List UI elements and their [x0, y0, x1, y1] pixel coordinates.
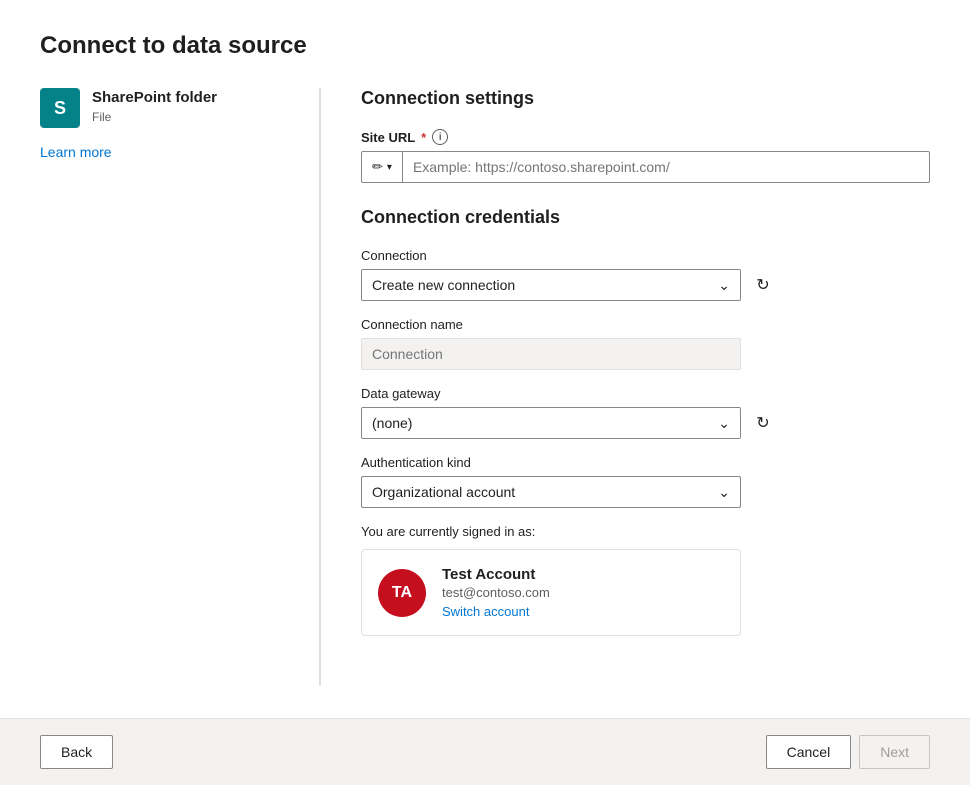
- switch-account-link[interactable]: Switch account: [442, 604, 550, 619]
- connection-refresh-button[interactable]: ↻: [749, 271, 777, 299]
- auth-kind-value: Organizational account: [372, 484, 515, 500]
- site-url-info-icon[interactable]: i: [432, 129, 448, 145]
- account-card: TA Test Account test@contoso.com Switch …: [361, 549, 741, 636]
- required-indicator: *: [421, 130, 426, 145]
- data-gateway-dropdown[interactable]: (none) ⌄: [361, 407, 741, 439]
- data-gateway-field: Data gateway (none) ⌄ ↻: [361, 386, 930, 439]
- credentials-section: Connection credentials Connection Create…: [361, 207, 930, 636]
- next-button[interactable]: Next: [859, 735, 930, 769]
- site-url-label: Site URL * i: [361, 129, 930, 145]
- data-gateway-refresh-button[interactable]: ↻: [749, 409, 777, 437]
- chevron-down-icon: ▾: [387, 162, 392, 173]
- auth-kind-dropdown[interactable]: Organizational account ⌄: [361, 476, 741, 508]
- url-input-row: ✏ ▾: [361, 151, 930, 183]
- site-url-input[interactable]: [402, 151, 930, 183]
- connector-info: S SharePoint folder File: [40, 88, 287, 128]
- credentials-title: Connection credentials: [361, 207, 930, 228]
- auth-kind-field: Authentication kind Organizational accou…: [361, 455, 930, 508]
- connection-name-input[interactable]: [361, 338, 741, 370]
- data-gateway-label: Data gateway: [361, 386, 930, 401]
- chevron-down-icon: ⌄: [718, 484, 730, 501]
- connection-label: Connection: [361, 248, 930, 263]
- site-url-field: Site URL * i ✏ ▾: [361, 129, 930, 183]
- page-title: Connect to data source: [40, 32, 930, 60]
- auth-kind-label: Authentication kind: [361, 455, 930, 470]
- learn-more-link[interactable]: Learn more: [40, 144, 112, 160]
- right-panel: Connection settings Site URL * i ✏ ▾ Co: [321, 88, 930, 686]
- connection-name-label: Connection name: [361, 317, 930, 332]
- chevron-down-icon: ⌄: [718, 415, 730, 432]
- connection-field: Connection Create new connection ⌄ ↻: [361, 248, 930, 301]
- connection-select-row: Create new connection ⌄ ↻: [361, 269, 930, 301]
- footer-right: Cancel Next: [766, 735, 930, 769]
- left-panel: S SharePoint folder File Learn more: [40, 88, 320, 686]
- connection-settings-title: Connection settings: [361, 88, 930, 109]
- connection-dropdown-value: Create new connection: [372, 277, 515, 293]
- connection-name-field: Connection name: [361, 317, 930, 370]
- signed-in-label: You are currently signed in as:: [361, 524, 930, 539]
- account-name: Test Account: [442, 566, 550, 583]
- signed-in-section: You are currently signed in as: TA Test …: [361, 524, 930, 636]
- cancel-button[interactable]: Cancel: [766, 735, 852, 769]
- connector-name: SharePoint folder: [92, 88, 217, 108]
- account-email: test@contoso.com: [442, 585, 550, 600]
- data-gateway-value: (none): [372, 415, 412, 431]
- connector-type: File: [92, 110, 217, 124]
- data-gateway-select-row: (none) ⌄ ↻: [361, 407, 930, 439]
- pencil-icon: ✏: [372, 159, 383, 175]
- url-edit-button[interactable]: ✏ ▾: [361, 151, 402, 183]
- back-button[interactable]: Back: [40, 735, 113, 769]
- account-avatar: TA: [378, 569, 426, 617]
- chevron-down-icon: ⌄: [718, 277, 730, 294]
- connector-icon: S: [40, 88, 80, 128]
- account-details: Test Account test@contoso.com Switch acc…: [442, 566, 550, 619]
- footer-bar: Back Cancel Next: [0, 718, 970, 785]
- connection-dropdown[interactable]: Create new connection ⌄: [361, 269, 741, 301]
